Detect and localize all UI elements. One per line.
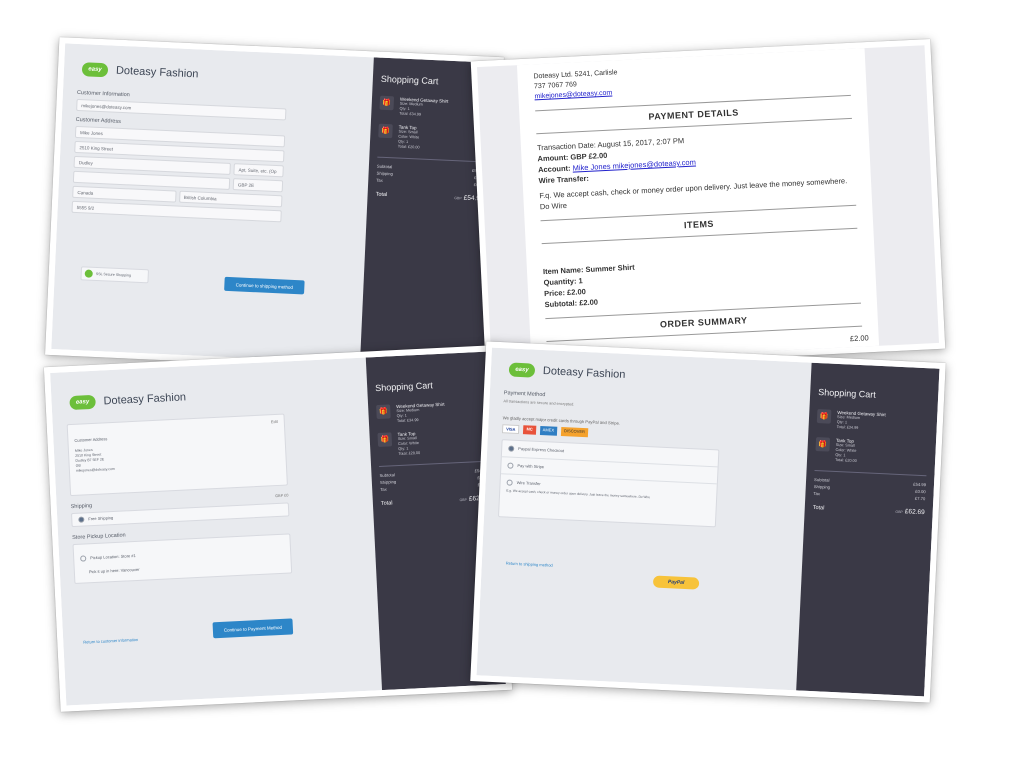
gift-icon: 🎁: [377, 432, 393, 448]
cart-item: 🎁 Tank Top Size: Small Color: White Qty:…: [377, 428, 486, 458]
gift-icon: 🎁: [378, 123, 393, 139]
pickup-option[interactable]: Pickup Location: Store #1 Pick it up in …: [72, 533, 293, 585]
item-total: Total: £20.00: [397, 144, 420, 150]
ssl-badge-label: SSL Secure Shopping: [95, 271, 132, 278]
order-total: £2.00: [849, 333, 869, 344]
cart-title: Shopping Cart: [818, 387, 876, 400]
total-row: Total GBP£62.69: [381, 495, 489, 507]
screenshot-customer-info: easy Doteasy Fashion Customer Informatio…: [45, 37, 504, 375]
checkout-form: easy Doteasy Fashion Customer Address Ed…: [50, 357, 383, 706]
cart-item: 🎁 Weekend Getaway Shirt Size: Medium Qty…: [376, 400, 485, 425]
pickup-option-label: Pickup Location: Store #1: [90, 553, 136, 561]
free-shipping-label: Free Shipping: [88, 515, 114, 522]
total-label: Total: [812, 504, 825, 512]
cart-item: 🎁 Weekend Getaway Shirt Size: Medium Qty…: [816, 409, 930, 434]
gift-icon: 🎁: [376, 404, 391, 420]
item-total: Total: £34.99: [399, 111, 422, 117]
item-total: Total: £34.99: [836, 424, 859, 430]
total-amount: GBP£62.69: [895, 508, 925, 517]
brand-name: Doteasy Fashion: [103, 391, 187, 408]
radio-selected-icon: [78, 516, 85, 523]
shipping-badge: GBP £0: [275, 493, 289, 499]
item-total: Total: £20.00: [834, 457, 857, 463]
divider: [377, 156, 486, 163]
radio-icon: [507, 462, 514, 469]
ssl-badge: SSL Secure Shopping: [80, 266, 149, 284]
email-page: Doteasy Ltd. 5241, Carlisle 737 7067 769…: [516, 48, 880, 363]
email-viewer: Doteasy Ltd. 5241, Carlisle 737 7067 769…: [476, 45, 940, 365]
total-label: Total: [375, 191, 388, 199]
apt-field[interactable]: Apt, Suite, etc. (Op: [233, 163, 284, 178]
doteasy-logo: easy: [69, 394, 96, 411]
mastercard-icon: MC: [523, 425, 536, 435]
shipping-label: Shipping: [70, 503, 93, 511]
pickup-note: Pick it up in here: Vancouver: [88, 566, 140, 575]
total-row: Total GBP£62.69: [813, 504, 925, 516]
customer-address-box: Customer Address Edit Mike Jones 2510 Ki…: [66, 413, 288, 497]
item-total: Total: £34.99: [396, 418, 419, 424]
return-to-customer-info-link[interactable]: Return to customer information: [83, 637, 138, 645]
payment-options: Paypal Express Checkout Pay with Stripe …: [497, 439, 720, 528]
doteasy-logo: easy: [81, 62, 109, 78]
brand: easy Doteasy Fashion: [81, 62, 359, 89]
screenshot-payment-method: easy Doteasy Fashion Payment Method All …: [470, 341, 946, 703]
discover-icon: DISCOVER: [560, 426, 589, 438]
checkout-form: easy Doteasy Fashion Payment Method All …: [476, 347, 812, 691]
edit-link[interactable]: Edit: [271, 419, 278, 424]
option-wire-label: Wire Transfer: [516, 480, 541, 487]
visa-icon: VISA: [501, 424, 520, 435]
total-label: Total: [380, 500, 393, 507]
cart-item: 🎁 Tank Top Size: Small Color: White Qty:…: [378, 123, 487, 154]
divider: [814, 469, 927, 477]
screenshot-payment-email: Doteasy Ltd. 5241, Carlisle 737 7067 769…: [470, 38, 946, 372]
option-paypal-label: Paypal Express Checkout: [518, 446, 565, 454]
continue-to-payment-button[interactable]: Continue to Payment Method: [212, 618, 294, 639]
screenshot-shipping: easy Doteasy Fashion Customer Address Ed…: [43, 345, 513, 712]
postcode-field[interactable]: GBP 2E: [232, 178, 284, 193]
total-row: Total GBP £54.99: [375, 191, 483, 203]
gift-icon: 🎁: [379, 95, 395, 111]
cart-sidebar: Shopping Cart 🎁 Weekend Getaway Shirt Si…: [796, 362, 940, 697]
amex-icon: AMEX: [539, 425, 558, 436]
paypal-label: PayPal: [667, 579, 685, 586]
continue-to-shipping-button[interactable]: Continue to shipping method: [224, 276, 305, 295]
shield-icon: [84, 269, 93, 278]
radio-selected-icon: [508, 445, 515, 452]
radio-icon: [506, 479, 513, 486]
brand: easy Doteasy Fashion: [508, 362, 797, 390]
option-wire-note: E.g. We accept cash, check or money orde…: [506, 488, 651, 500]
radio-icon: [80, 555, 87, 562]
brand: easy Doteasy Fashion: [69, 382, 353, 411]
gift-icon: 🎁: [816, 409, 832, 424]
item-total: Total: £20.00: [398, 450, 421, 457]
paypal-button[interactable]: PayPal: [652, 575, 700, 590]
divider: [379, 460, 487, 467]
gift-icon: 🎁: [815, 436, 831, 452]
brand-name: Doteasy Fashion: [542, 365, 626, 381]
return-to-shipping-link[interactable]: Return to shipping method: [506, 561, 553, 568]
cart-item: 🎁 Tank Top Size: Small Color: White Qty:…: [815, 436, 928, 467]
option-stripe-label: Pay with Stripe: [517, 463, 545, 470]
cart-title: Shopping Cart: [375, 380, 433, 394]
doteasy-logo: easy: [508, 362, 536, 378]
brand-name: Doteasy Fashion: [115, 64, 199, 81]
checkout-form: easy Doteasy Fashion Customer Informatio…: [51, 43, 374, 364]
order-summary-heading: ORDER SUMMARY: [545, 302, 863, 343]
